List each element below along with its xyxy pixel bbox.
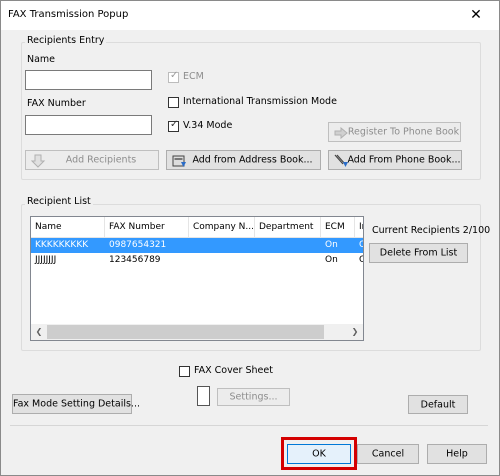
cell-fax: 0987654321 [109, 240, 167, 250]
title-bar: FAX Transmission Popup ✕ [1, 1, 499, 30]
column-header-intl[interactable]: In [355, 217, 363, 237]
fax-number-input[interactable] [25, 115, 152, 135]
add-from-phone-book-label: Add From Phone Book... [347, 154, 461, 166]
footer-divider [10, 425, 488, 426]
table-row[interactable]: KKKKKKKKK 0987654321 On Of [31, 238, 363, 253]
default-button[interactable]: Default [408, 395, 468, 414]
international-mode-checkbox[interactable] [168, 97, 179, 108]
fax-number-label: FAX Number [27, 98, 86, 109]
column-header-name[interactable]: Name [31, 217, 105, 237]
cancel-label: Cancel [371, 448, 405, 460]
delete-from-list-label: Delete From List [379, 247, 458, 259]
cell-name: JJJJJJJJ [35, 255, 57, 265]
check-icon: ✓ [170, 70, 179, 81]
current-recipients-count: Current Recipients 2/100 [372, 225, 491, 236]
list-header: Name FAX Number Company N... Department … [31, 217, 363, 238]
check-icon: ✓ [170, 119, 179, 130]
default-label: Default [420, 399, 456, 410]
register-label: Register To Phone Book [347, 126, 460, 138]
column-header-department[interactable]: Department [255, 217, 321, 237]
scroll-left-icon[interactable]: ❮ [31, 325, 47, 339]
cell-name: KKKKKKKKK [35, 240, 89, 250]
column-header-company[interactable]: Company N... [189, 217, 255, 237]
cell-fax: 123456789 [109, 255, 161, 265]
name-input[interactable] [25, 70, 152, 90]
delete-from-list-button[interactable]: Delete From List [369, 243, 468, 263]
settings-label: Settings... [229, 391, 278, 403]
cell-department [255, 253, 325, 268]
fax-mode-setting-details-button[interactable]: Fax Mode Setting Details... [12, 394, 140, 414]
cell-company [189, 253, 259, 268]
ok-button[interactable]: OK [287, 444, 351, 464]
window-title: FAX Transmission Popup [8, 9, 129, 20]
scrollbar-thumb[interactable] [47, 325, 324, 339]
international-mode-label: International Transmission Mode [183, 96, 337, 107]
add-from-address-book-button[interactable]: Add from Address Book... [166, 150, 321, 170]
cell-intl: Of [355, 238, 363, 253]
cell-company [189, 238, 259, 253]
add-recipients-label: Add Recipients [65, 154, 137, 166]
column-header-ecm[interactable]: ECM [321, 217, 355, 237]
cover-sheet-preview-icon [197, 386, 210, 406]
recipients-entry-label: Recipients Entry [25, 35, 107, 46]
fax-cover-sheet-label: FAX Cover Sheet [194, 365, 273, 376]
help-button[interactable]: Help [427, 444, 487, 464]
v34-mode-label: V.34 Mode [183, 120, 233, 131]
register-phone-book-button[interactable]: Register To Phone Book [328, 122, 461, 142]
fax-cover-sheet-checkbox[interactable] [179, 366, 190, 377]
fax-mode-setting-details-label: Fax Mode Setting Details... [13, 398, 140, 410]
horizontal-scrollbar[interactable]: ❮ ❯ [31, 324, 363, 340]
cell-department [255, 238, 325, 253]
cell-intl: Of [355, 253, 363, 268]
v34-mode-checkbox[interactable]: ✓ [168, 119, 179, 132]
add-from-address-book-label: Add from Address Book... [192, 154, 313, 166]
add-from-phone-book-button[interactable]: Add From Phone Book... [328, 150, 462, 170]
table-row[interactable]: JJJJJJJJ 123456789 On Of [31, 253, 363, 268]
cell-ecm: On [325, 240, 338, 250]
close-icon[interactable]: ✕ [453, 1, 499, 30]
cancel-button[interactable]: Cancel [357, 444, 419, 464]
recipient-list-label: Recipient List [25, 196, 93, 207]
column-header-fax-number[interactable]: FAX Number [105, 217, 189, 237]
scroll-right-icon[interactable]: ❯ [347, 325, 363, 339]
name-label: Name [27, 54, 56, 65]
add-recipients-button[interactable]: Add Recipients [25, 150, 159, 170]
settings-button[interactable]: Settings... [217, 388, 290, 406]
recipient-list-view[interactable]: Name FAX Number Company N... Department … [30, 216, 364, 341]
ecm-checkbox[interactable]: ✓ [168, 70, 179, 83]
cell-ecm: On [325, 255, 338, 265]
ecm-label: ECM [183, 71, 204, 82]
ok-label: OK [312, 448, 326, 460]
help-label: Help [446, 448, 468, 460]
